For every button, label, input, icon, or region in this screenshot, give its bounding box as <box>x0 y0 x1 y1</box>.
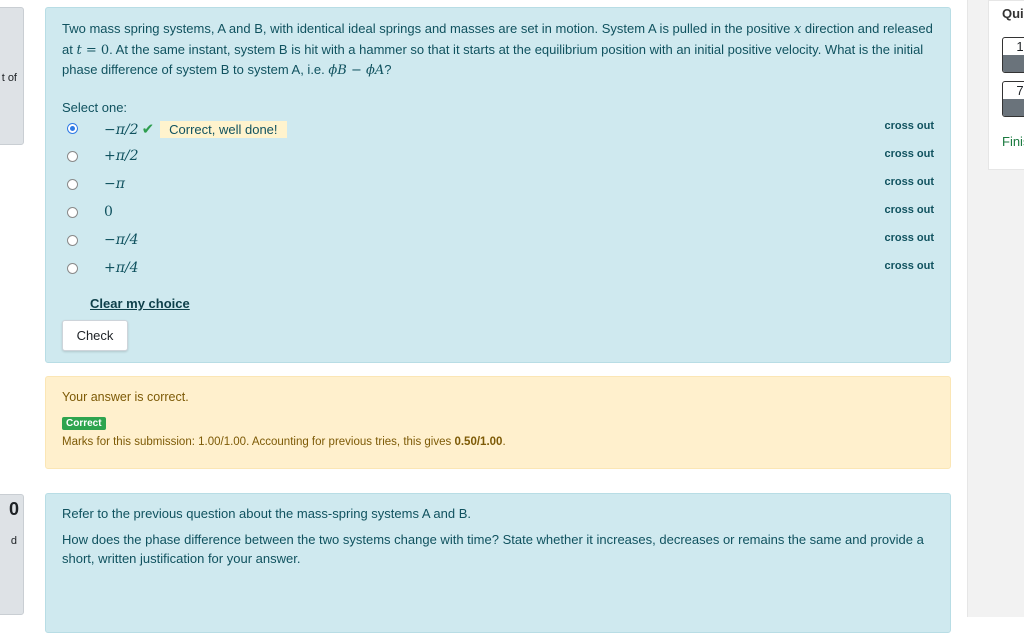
option-math: −π <box>104 176 125 192</box>
question-info-panel-1: t of <box>0 7 24 145</box>
answer-option-5[interactable]: −π/4 cross out <box>62 231 934 253</box>
math-equation: = 0 <box>81 42 110 58</box>
option-math: −π/4 <box>104 232 139 248</box>
cross-out-link[interactable]: cross out <box>884 204 934 216</box>
answer-option-1[interactable]: −π/2 ✔ Correct, well done! cross out <box>62 119 934 141</box>
cross-out-link[interactable]: cross out <box>884 148 934 160</box>
cross-out-link[interactable]: cross out <box>884 232 934 244</box>
marks-grade: 0.50/1.00 <box>454 436 503 448</box>
option-math: +π/2 <box>104 148 139 164</box>
answer-option-label: −π <box>104 176 125 192</box>
select-one-label: Select one: <box>62 100 128 115</box>
radio-button[interactable] <box>67 207 78 218</box>
question-2-formulation: Refer to the previous question about the… <box>45 493 951 633</box>
finish-attempt-link[interactable]: Finish attempt ... <box>1002 134 1024 149</box>
question-1-outcome: Your answer is correct. Correct Marks fo… <box>45 376 951 469</box>
outcome-result-text: Your answer is correct. <box>62 390 189 404</box>
question-info-text: t of <box>1 72 17 84</box>
question-text-part: . At the same instant, system B is hit w… <box>62 41 924 78</box>
nav-button-number: 7 <box>1016 83 1024 98</box>
answer-option-6[interactable]: +π/4 cross out <box>62 259 934 281</box>
question-text-part: Two mass spring systems, A and B, with i… <box>62 21 794 36</box>
quiz-navigation-title: Quiz navigation <box>1002 6 1024 21</box>
option-math: +π/4 <box>104 260 139 276</box>
quiz-navigation-block: Quiz navigation 1 7 Finish attempt ... <box>988 0 1024 170</box>
radio-button-selected[interactable] <box>67 123 78 134</box>
answer-option-label: +π/4 <box>104 260 139 276</box>
nav-button-number: 1 <box>1016 39 1024 54</box>
question-status-text: d <box>10 535 17 547</box>
nav-button-state <box>1003 99 1024 116</box>
option-math: 0 <box>104 204 113 220</box>
radio-button[interactable] <box>67 235 78 246</box>
marks-text-suffix: . <box>502 436 506 448</box>
correct-badge: Correct <box>62 417 106 430</box>
answer-option-4[interactable]: 0 cross out <box>62 203 934 225</box>
radio-button[interactable] <box>67 151 78 162</box>
cross-out-link[interactable]: cross out <box>884 176 934 188</box>
question-info-panel-2: 0 d <box>0 494 24 615</box>
cross-out-link[interactable]: cross out <box>884 120 934 132</box>
question-number: 0 <box>8 499 19 519</box>
question-text-part: ? <box>384 62 392 77</box>
question-1-text: Two mass spring systems, A and B, with i… <box>62 19 934 81</box>
quiz-nav-button-1[interactable]: 1 <box>1002 37 1024 73</box>
answer-option-label: −π/2 ✔ Correct, well done! <box>104 120 287 138</box>
marks-summary: Marks for this submission: 1.00/1.00. Ac… <box>62 436 506 448</box>
checkmark-icon: ✔ <box>141 120 155 138</box>
answer-option-2[interactable]: +π/2 cross out <box>62 147 934 169</box>
question-2-line-2: How does the phase difference between th… <box>62 531 924 567</box>
option-feedback: Correct, well done! <box>160 121 287 138</box>
answer-option-label: +π/2 <box>104 148 139 164</box>
answer-option-3[interactable]: −π cross out <box>62 175 934 197</box>
answer-option-label: 0 <box>104 204 113 220</box>
clear-my-choice-link[interactable]: Clear my choice <box>90 296 190 311</box>
marks-text: Marks for this submission: 1.00/1.00. Ac… <box>62 436 455 448</box>
option-math: −π/2 <box>104 122 139 138</box>
radio-button[interactable] <box>67 263 78 274</box>
radio-button[interactable] <box>67 179 78 190</box>
nav-button-state <box>1003 55 1024 72</box>
math-phase-expression: ϕB − ϕA <box>328 63 385 78</box>
check-button[interactable]: Check <box>62 320 128 351</box>
cross-out-link[interactable]: cross out <box>884 260 934 272</box>
right-sidebar: Quiz navigation 1 7 Finish attempt ... <box>967 0 1024 617</box>
answer-option-label: −π/4 <box>104 232 139 248</box>
question-2-text: Refer to the previous question about the… <box>62 504 934 575</box>
question-1-formulation: Two mass spring systems, A and B, with i… <box>45 7 951 363</box>
question-2-line-1: Refer to the previous question about the… <box>62 506 471 521</box>
quiz-nav-button-7[interactable]: 7 <box>1002 81 1024 117</box>
